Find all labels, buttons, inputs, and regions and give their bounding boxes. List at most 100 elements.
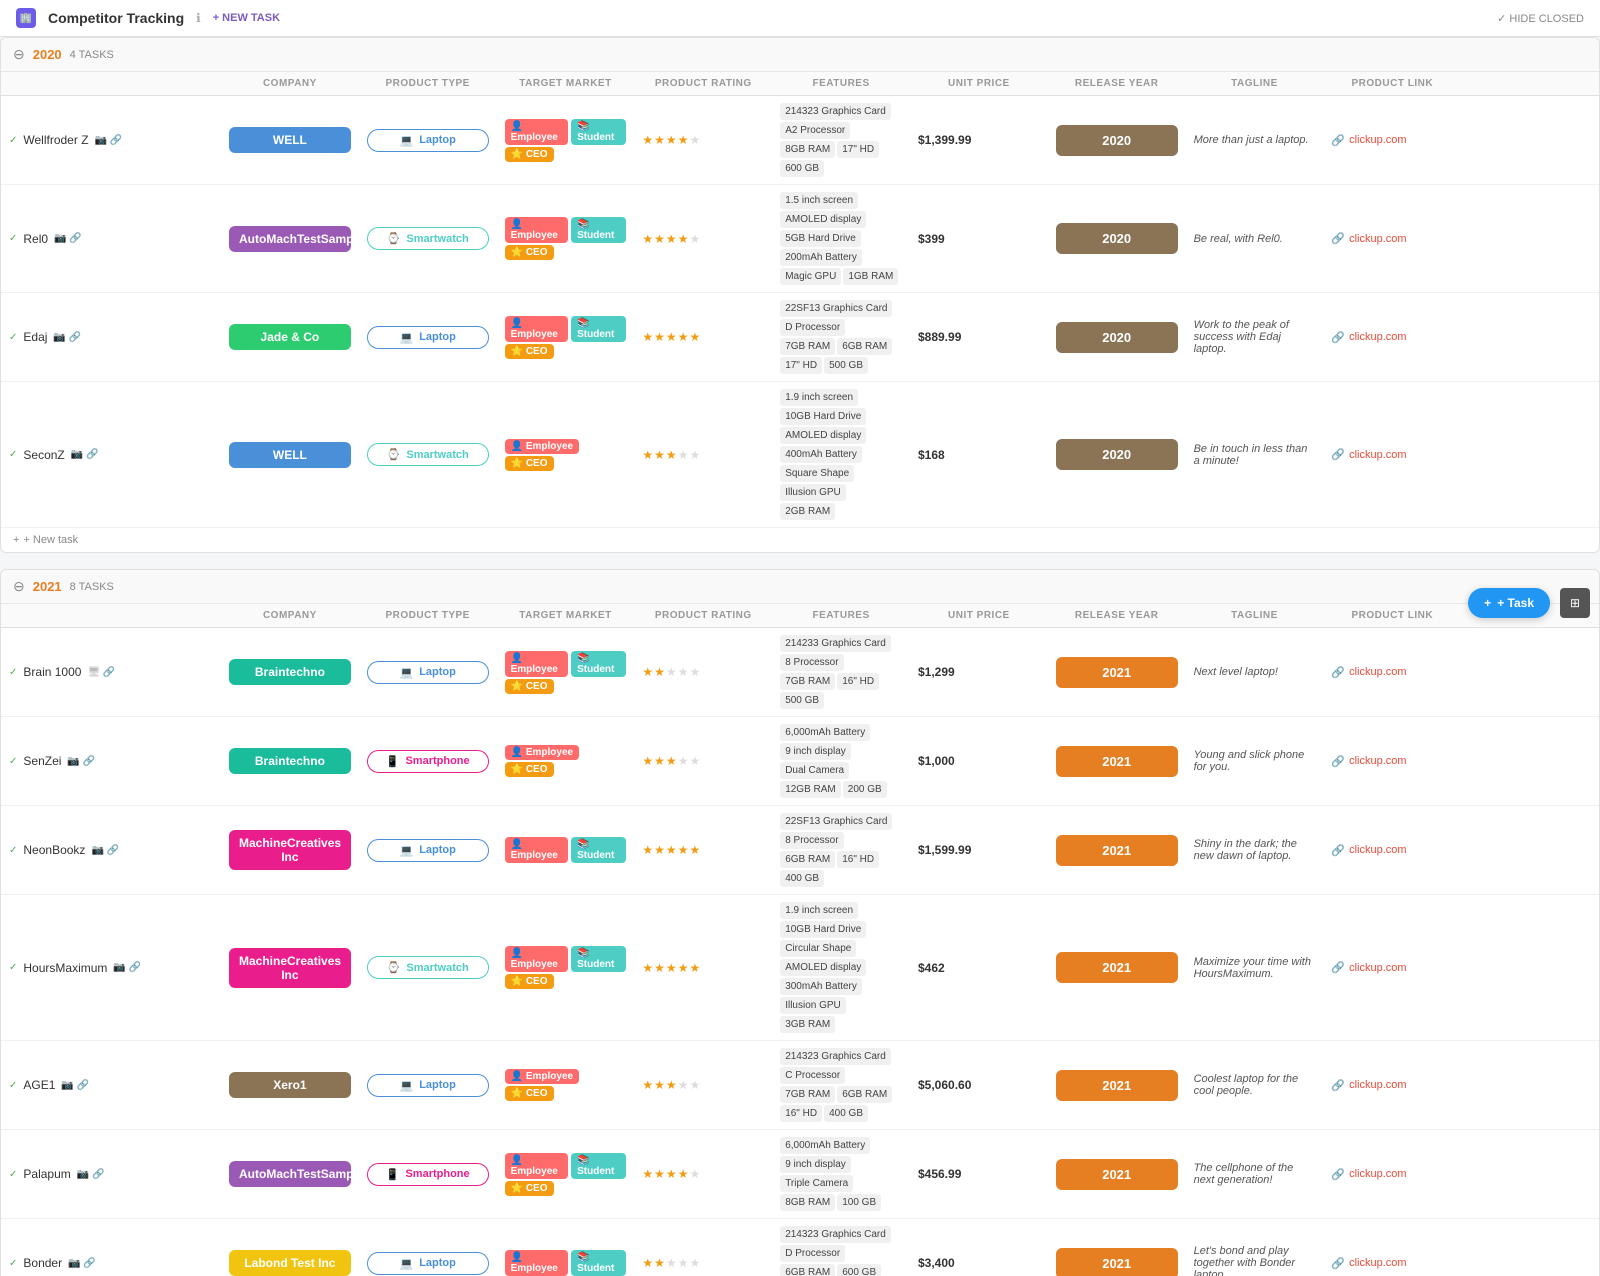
link-icon: 🔗 [1331, 1168, 1345, 1181]
task-icons: 📷 🔗 [91, 845, 119, 856]
tagline-cell: Coolest laptop for the cool people. [1186, 1041, 1324, 1130]
target-market-cell: 👤 Employee📚 Student⭐ CEO [497, 293, 635, 382]
product-link-cell[interactable]: 🔗 clickup.com [1323, 1219, 1461, 1276]
company-badge: AutoMachTestSample [229, 226, 351, 252]
target-market-cell: 👤 Employee⭐ CEO [497, 382, 635, 528]
check-icon[interactable]: ✓ [9, 756, 17, 767]
product-type-icon: 📱 [386, 755, 400, 768]
feature-tag: 17" HD [837, 141, 879, 158]
product-link-cell[interactable]: 🔗 clickup.com [1323, 185, 1461, 293]
product-link-cell[interactable]: 🔗 clickup.com [1323, 628, 1461, 717]
add-task-row-2020[interactable]: + + New task [1, 528, 1599, 552]
check-icon[interactable]: ✓ [9, 135, 17, 146]
link-text[interactable]: clickup.com [1349, 666, 1406, 678]
star-icon: ★ [689, 665, 700, 679]
price-value: $399 [918, 232, 945, 246]
product-type-cell: 💻 Laptop [359, 293, 497, 382]
star-icon: ★ [642, 665, 653, 679]
group-toggle-icon[interactable]: ⊖ [13, 578, 25, 595]
product-link[interactable]: 🔗 clickup.com [1331, 1168, 1453, 1181]
check-icon[interactable]: ✓ [9, 449, 17, 460]
row-action-cell [1461, 185, 1599, 293]
task-name: Rel0 [23, 232, 48, 246]
company-badge: Xero1 [229, 1072, 351, 1098]
product-link[interactable]: 🔗 clickup.com [1331, 844, 1453, 857]
product-link-cell[interactable]: 🔗 clickup.com [1323, 1130, 1461, 1219]
task-name-cell: ✓ HoursMaximum 📷 🔗 [1, 895, 221, 1041]
check-icon[interactable]: ✓ [9, 1080, 17, 1091]
product-link[interactable]: 🔗 clickup.com [1331, 232, 1453, 245]
price-value: $5,060.60 [918, 1078, 971, 1092]
hide-closed-button[interactable]: ✓ HIDE CLOSED [1497, 12, 1584, 25]
product-type-badge: 💻 Laptop [367, 1252, 489, 1275]
table-row: ✓ Brain 1000 🖥 🔗 Braintechno 💻 Laptop 👤 … [1, 628, 1599, 717]
company-cell: WELL [221, 382, 359, 528]
star-icon: ★ [678, 665, 689, 679]
link-text[interactable]: clickup.com [1349, 134, 1406, 146]
grid-view-button[interactable]: ⊞ [1560, 588, 1590, 618]
star-icon: ★ [642, 1167, 653, 1181]
link-text[interactable]: clickup.com [1349, 1257, 1406, 1269]
product-link[interactable]: 🔗 clickup.com [1331, 448, 1453, 461]
row-action-cell [1461, 1041, 1599, 1130]
check-icon[interactable]: ✓ [9, 845, 17, 856]
feature-tag: 1.9 inch screen [780, 902, 858, 919]
add-task-float-button[interactable]: + + Task [1468, 588, 1550, 618]
star-icon: ★ [689, 754, 700, 768]
link-text[interactable]: clickup.com [1349, 1168, 1406, 1180]
link-text[interactable]: clickup.com [1349, 449, 1406, 461]
product-link[interactable]: 🔗 clickup.com [1331, 961, 1453, 974]
product-link-cell[interactable]: 🔗 clickup.com [1323, 806, 1461, 895]
check-icon[interactable]: ✓ [9, 962, 17, 973]
info-icon[interactable]: ℹ [196, 11, 201, 25]
tagline-cell: Be in touch in less than a minute! [1186, 382, 1324, 528]
link-text[interactable]: clickup.com [1349, 331, 1406, 343]
link-text[interactable]: clickup.com [1349, 1079, 1406, 1091]
product-link[interactable]: 🔗 clickup.com [1331, 1257, 1453, 1270]
unit-price-cell: $462 [910, 895, 1048, 1041]
star-icon: ★ [654, 843, 665, 857]
link-icon: 🔗 [1331, 331, 1345, 344]
product-link-cell[interactable]: 🔗 clickup.com [1323, 717, 1461, 806]
product-link[interactable]: 🔗 clickup.com [1331, 331, 1453, 344]
feature-tag: 8GB RAM [780, 141, 835, 158]
new-task-button[interactable]: + NEW TASK [213, 12, 280, 24]
check-icon[interactable]: ✓ [9, 332, 17, 343]
table-row: ✓ NeonBookz 📷 🔗 MachineCreatives Inc 💻 L… [1, 806, 1599, 895]
feature-tag: A2 Processor [780, 122, 850, 139]
row-action-cell [1461, 96, 1599, 185]
release-year-cell: 2021 [1048, 1130, 1186, 1219]
tagline-text: Shiny in the dark; the new dawn of lapto… [1194, 838, 1297, 862]
check-icon[interactable]: ✓ [9, 1258, 17, 1269]
star-icon: ★ [654, 133, 665, 147]
product-link-cell[interactable]: 🔗 clickup.com [1323, 382, 1461, 528]
link-text[interactable]: clickup.com [1349, 755, 1406, 767]
link-text[interactable]: clickup.com [1349, 844, 1406, 856]
product-link-cell[interactable]: 🔗 clickup.com [1323, 96, 1461, 185]
table-row: ✓ Wellfroder Z 📷 🔗 WELL 💻 Laptop 👤 Emplo… [1, 96, 1599, 185]
product-link-cell[interactable]: 🔗 clickup.com [1323, 1041, 1461, 1130]
check-icon[interactable]: ✓ [9, 667, 17, 678]
star-icon: ★ [654, 330, 665, 344]
link-text[interactable]: clickup.com [1349, 233, 1406, 245]
link-text[interactable]: clickup.com [1349, 962, 1406, 974]
price-value: $889.99 [918, 330, 961, 344]
product-type-badge: 💻 Laptop [367, 326, 489, 349]
check-icon[interactable]: ✓ [9, 1169, 17, 1180]
target-market-cell: 👤 Employee📚 Student [497, 806, 635, 895]
product-link[interactable]: 🔗 clickup.com [1331, 1079, 1453, 1092]
product-link-cell[interactable]: 🔗 clickup.com [1323, 895, 1461, 1041]
feature-tag: AMOLED display [780, 427, 866, 444]
product-type-cell: 💻 Laptop [359, 1041, 497, 1130]
row-action-cell [1461, 895, 1599, 1041]
group-toggle-icon[interactable]: ⊖ [13, 46, 25, 63]
product-link-cell[interactable]: 🔗 clickup.com [1323, 293, 1461, 382]
product-link[interactable]: 🔗 clickup.com [1331, 134, 1453, 147]
unit-price-cell: $1,399.99 [910, 96, 1048, 185]
feature-tag: 22SF13 Graphics Card [780, 813, 892, 830]
check-icon[interactable]: ✓ [9, 233, 17, 244]
feature-tag: 16" HD [837, 851, 879, 868]
product-link[interactable]: 🔗 clickup.com [1331, 755, 1453, 768]
release-year-badge: 2021 [1056, 746, 1178, 777]
product-link[interactable]: 🔗 clickup.com [1331, 666, 1453, 679]
